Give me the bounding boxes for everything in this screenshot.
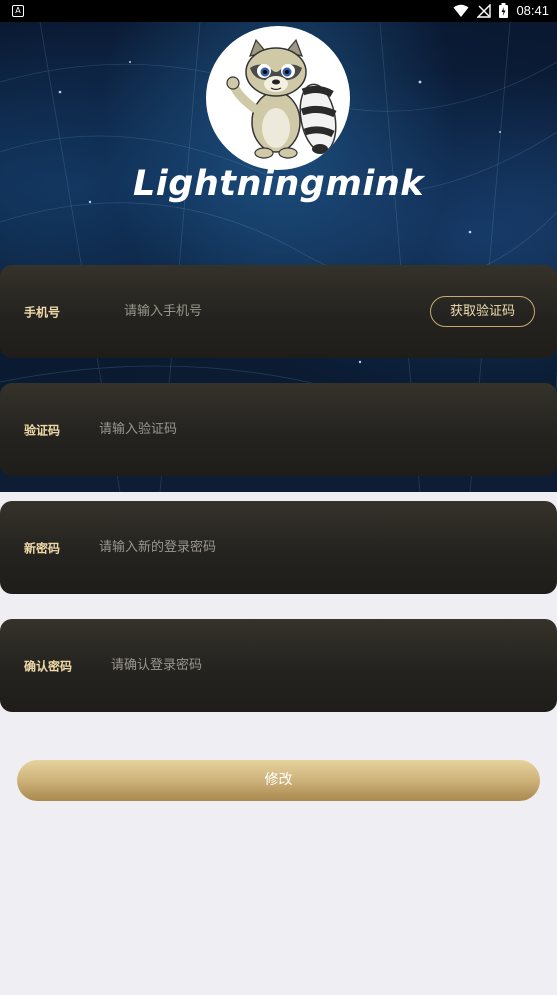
confirm-password-label: 确认密码	[24, 659, 73, 673]
confirm-password-input[interactable]	[111, 653, 391, 678]
logo-avatar	[206, 26, 350, 170]
accessibility-icon: A	[12, 5, 24, 17]
submit-button[interactable]: 修改	[17, 760, 540, 801]
status-time: 08:41	[516, 3, 549, 18]
battery-charging-icon	[499, 3, 509, 18]
status-bar: A 08:41	[0, 0, 557, 22]
confirm-password-card: 确认密码	[0, 619, 557, 712]
new-password-input[interactable]	[99, 535, 379, 560]
get-code-button[interactable]: 获取验证码	[430, 296, 535, 327]
code-card: 验证码	[0, 383, 557, 476]
new-password-card: 新密码	[0, 501, 557, 594]
new-password-label: 新密码	[24, 541, 61, 555]
wifi-icon	[453, 4, 469, 17]
status-icons: 08:41	[453, 3, 549, 18]
phone-input[interactable]	[124, 299, 414, 324]
phone-card: 手机号 获取验证码	[0, 265, 557, 358]
raccoon-mascot-icon	[226, 38, 337, 159]
brand-title: Lightningmink	[132, 164, 425, 204]
code-input[interactable]	[99, 417, 379, 442]
phone-label: 手机号	[24, 305, 61, 319]
code-label: 验证码	[24, 423, 61, 437]
no-signal-icon	[477, 3, 492, 18]
